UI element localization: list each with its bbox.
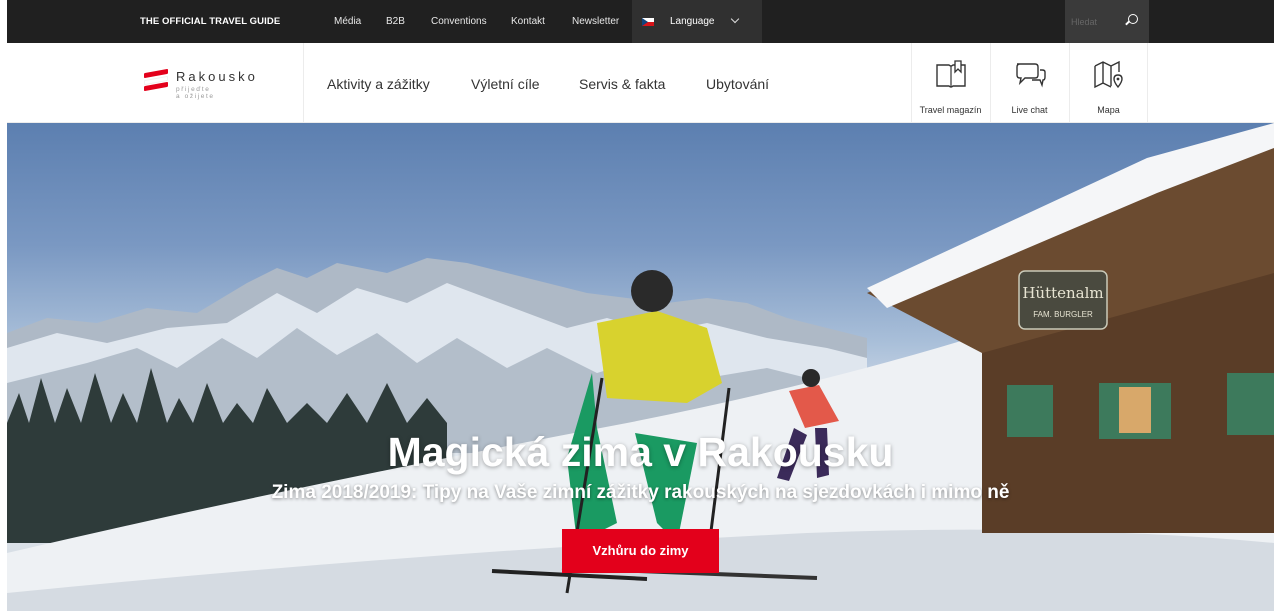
tool-label-travel-magazine: Travel magazín <box>919 105 982 115</box>
live-chat-button[interactable]: Live chat <box>990 43 1069 123</box>
language-selector[interactable]: Language <box>632 0 762 43</box>
czech-flag-icon <box>642 18 654 26</box>
top-link-media[interactable]: Média <box>334 0 361 43</box>
nav-vyletni-cile[interactable]: Výletní cíle <box>471 43 539 123</box>
hut-sign-family: FAM. BURGLER <box>1033 310 1093 319</box>
tool-label-map: Mapa <box>1097 105 1120 115</box>
cta-button[interactable]: Vzhůru do zimy <box>562 529 719 573</box>
official-travel-guide-label: THE OFFICIAL TRAVEL GUIDE <box>140 16 281 27</box>
logo-name: Rakousko <box>176 69 258 84</box>
top-link-newsletter[interactable]: Newsletter <box>572 0 619 43</box>
logo-tagline-1: přijeďte <box>176 86 211 93</box>
hut-sign-name: Hüttenalm <box>1022 284 1103 302</box>
logo[interactable]: Rakousko přijeďte a ožijete <box>144 68 284 103</box>
top-link-b2b[interactable]: B2B <box>386 0 405 43</box>
language-label: Language <box>670 16 715 27</box>
nav-divider <box>303 43 304 123</box>
top-link-kontakt[interactable]: Kontakt <box>511 0 545 43</box>
book-icon <box>936 60 966 88</box>
search-icon[interactable] <box>1128 14 1138 24</box>
nav-servis-fakta[interactable]: Servis & fakta <box>579 43 665 123</box>
top-bar: THE OFFICIAL TRAVEL GUIDE Média B2B Conv… <box>7 0 1274 43</box>
search-input[interactable] <box>1071 13 1121 30</box>
chat-icon <box>1016 63 1046 88</box>
hero-subtitle: Zima 2018/2019: Tipy na Vaše zimní zážit… <box>271 482 1010 503</box>
nav-aktivity[interactable]: Aktivity a zážitky <box>327 43 430 123</box>
tool-label-live-chat: Live chat <box>1011 105 1048 115</box>
travel-magazine-button[interactable]: Travel magazín <box>911 43 990 123</box>
map-icon <box>1094 60 1123 89</box>
hero-title: Magická zima v Rakousku <box>387 429 894 475</box>
nav-ubytovani[interactable]: Ubytování <box>706 43 769 123</box>
hero-banner: Hüttenalm FAM. BURGLER Magická zima v Ra… <box>7 123 1274 611</box>
chevron-down-icon <box>730 14 740 24</box>
main-nav-bar: Rakousko přijeďte a ožijete Aktivity a z… <box>7 43 1274 123</box>
search-box <box>1065 0 1149 43</box>
austria-flag-icon <box>144 68 168 92</box>
map-button[interactable]: Mapa <box>1069 43 1148 123</box>
top-link-conventions[interactable]: Conventions <box>431 0 487 43</box>
logo-tagline-2: a ožijete <box>176 93 215 100</box>
